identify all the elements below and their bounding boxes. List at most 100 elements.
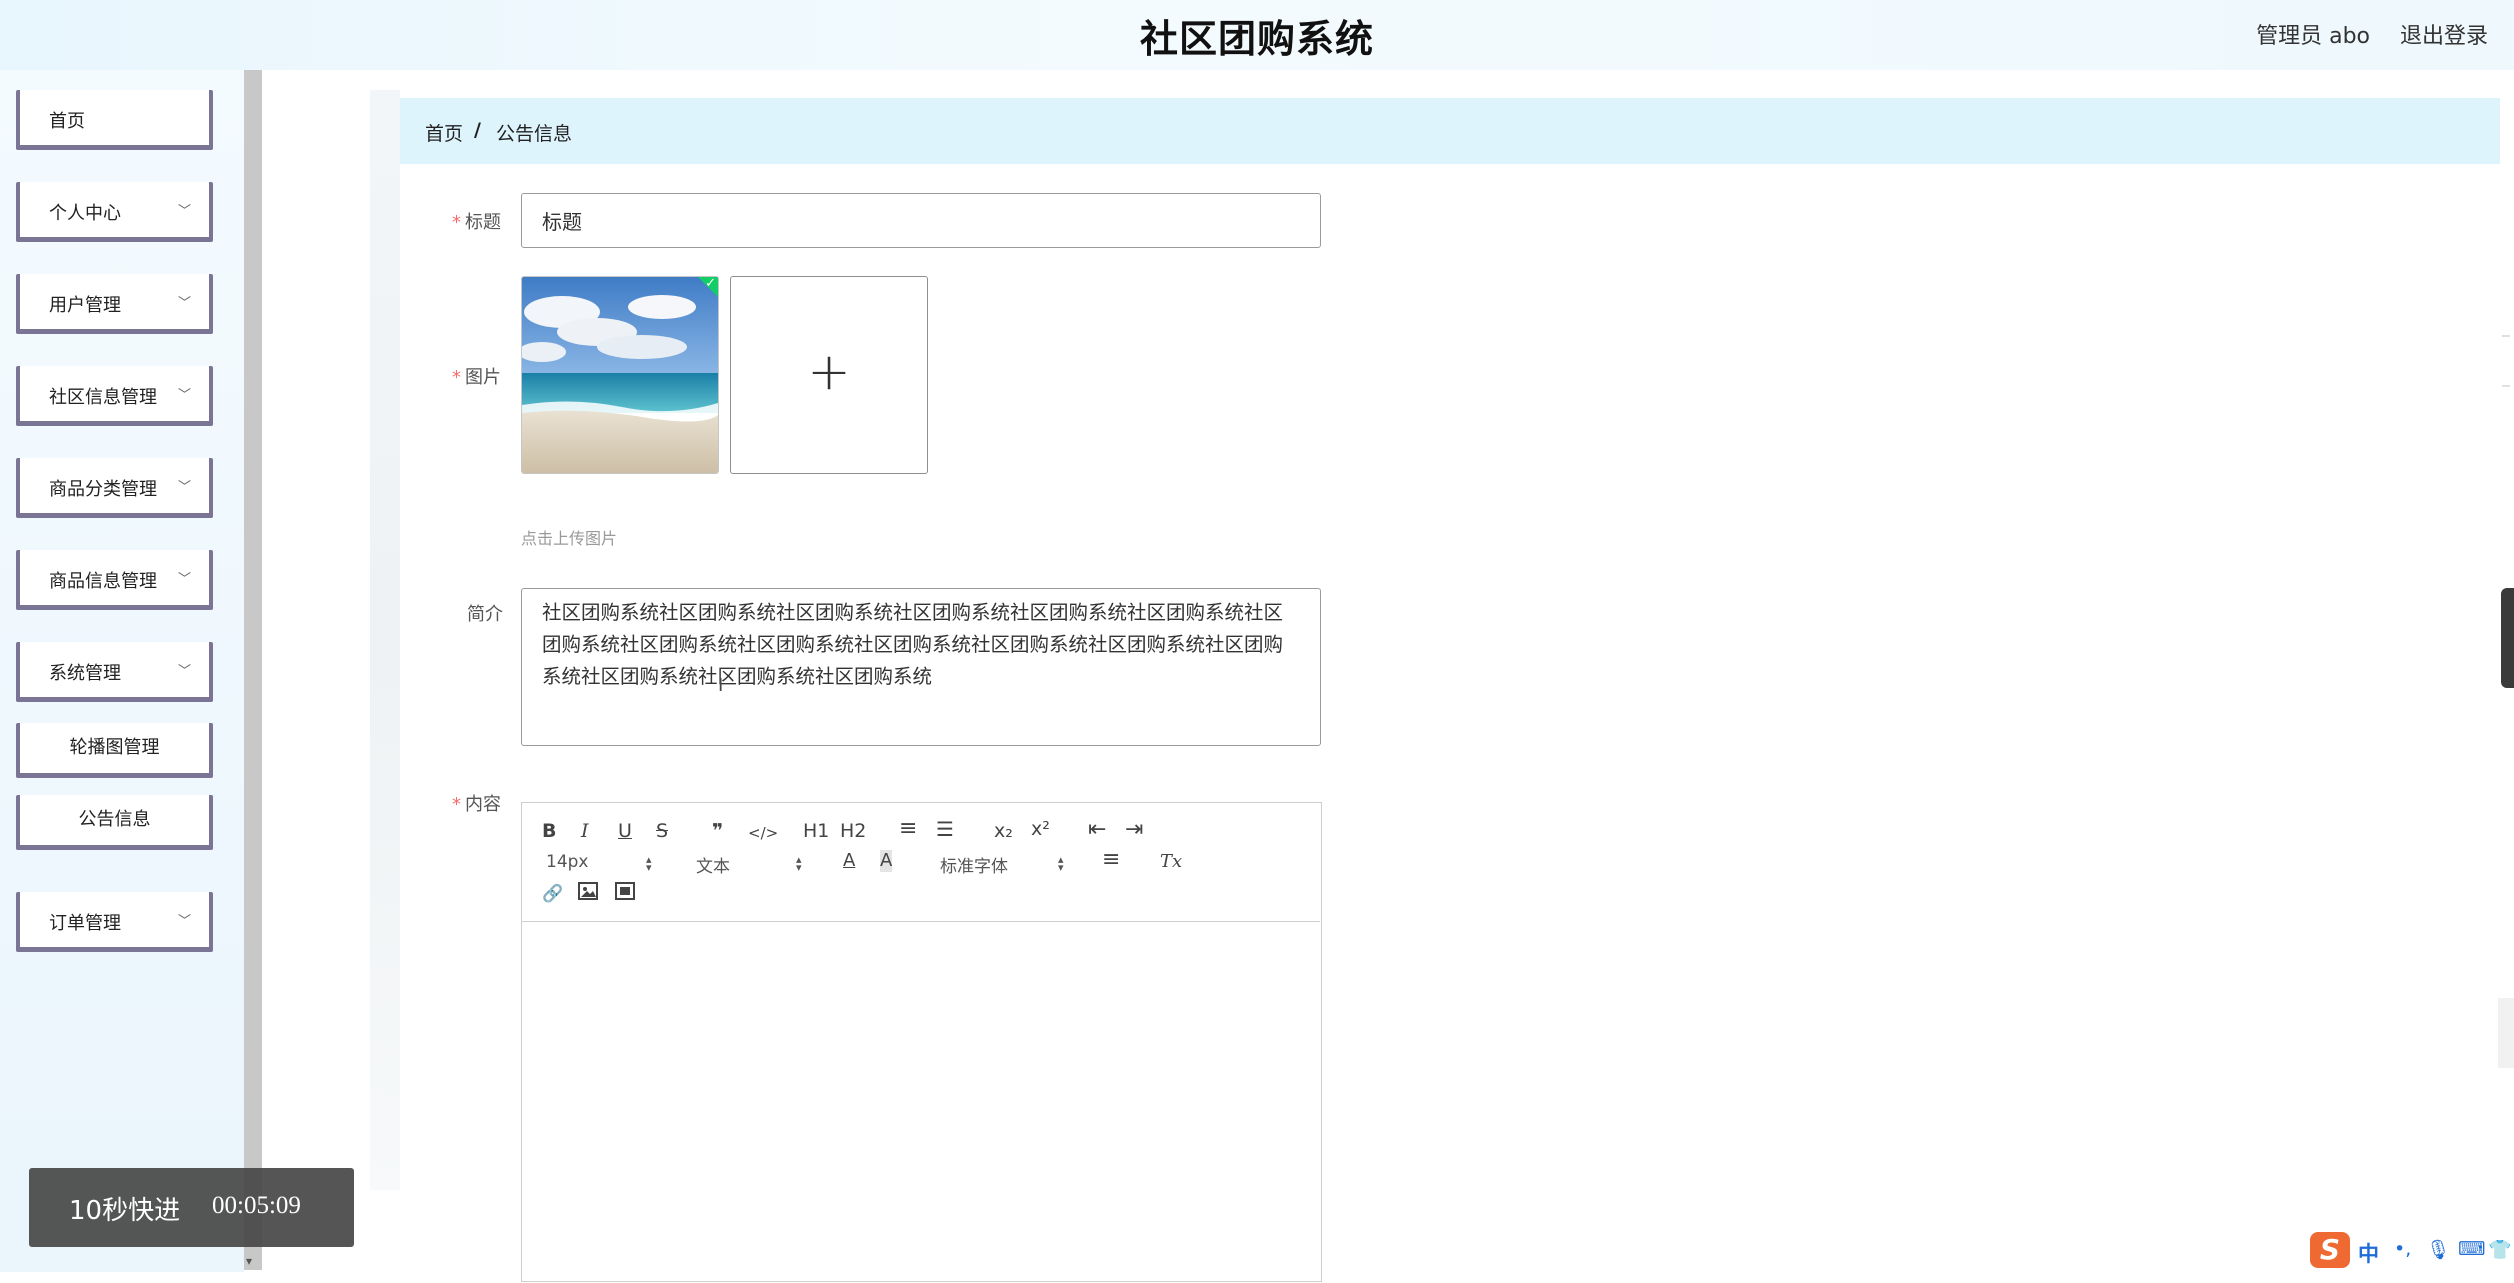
code-icon[interactable]: </> — [748, 822, 778, 844]
edge-mark — [2502, 385, 2510, 387]
title-input[interactable] — [521, 193, 1321, 248]
punctuation-icon[interactable]: •, — [2394, 1238, 2411, 1260]
sidebar-item-label: 用户管理 — [49, 295, 121, 316]
sidebar-item-label: 商品信息管理 — [49, 571, 157, 592]
font-family-select[interactable]: 标准字体 ▴ ▾ — [940, 852, 1080, 877]
sidebar-item-home[interactable]: 首页 — [16, 90, 213, 150]
page-scrollbar[interactable] — [2501, 588, 2514, 688]
font-size-value: 14px — [546, 852, 589, 872]
sidebar-item-label: 订单管理 — [49, 913, 121, 934]
edge-mark — [2502, 335, 2510, 337]
italic-button[interactable]: I — [581, 820, 589, 842]
image-label: * 图片 — [452, 363, 501, 389]
sidebar-item-product-info[interactable]: 商品信息管理 ﹀ — [16, 550, 213, 610]
sidebar-item-system-management[interactable]: 系统管理 ﹀ — [16, 642, 213, 702]
background-color-icon[interactable]: A — [880, 850, 893, 872]
header-select-value: 文本 — [696, 857, 730, 877]
sidebar-item-label: 首页 — [49, 111, 85, 132]
clean-format-icon[interactable]: Tx — [1160, 851, 1182, 873]
chevron-down-icon: ﹀ — [177, 388, 191, 403]
sidebar-item-label: 商品分类管理 — [49, 479, 157, 500]
breadcrumb-separator: / — [474, 119, 481, 141]
ordered-list-icon[interactable]: ≡ — [899, 818, 917, 840]
uploaded-image-thumbnail[interactable]: ✓ — [521, 276, 719, 474]
chevron-down-icon: ﹀ — [177, 664, 191, 679]
bold-button[interactable]: B — [542, 820, 556, 842]
breadcrumb-current: 公告信息 — [496, 123, 573, 145]
image-upload-button[interactable]: + — [730, 276, 928, 474]
logout-link[interactable]: 退出登录 — [2400, 18, 2488, 50]
required-mark: * — [452, 794, 461, 815]
sidebar-item-label: 个人中心 — [49, 203, 121, 224]
title-label-text: 标题 — [465, 212, 501, 233]
editor-content-area[interactable] — [522, 923, 1320, 1283]
superscript-button[interactable]: x² — [1031, 818, 1050, 840]
select-arrows-icon: ▴ ▾ — [796, 853, 802, 874]
scroll-down-arrow-icon[interactable]: ▾ — [246, 1254, 252, 1268]
chevron-down-icon: ﹀ — [177, 572, 191, 587]
subscript-button[interactable]: x₂ — [994, 820, 1013, 842]
content-label-text: 内容 — [465, 794, 501, 815]
required-mark: * — [452, 212, 461, 233]
align-icon[interactable]: ≡ — [1102, 849, 1120, 871]
link-icon[interactable]: 🔗 — [542, 883, 563, 905]
top-header: 社区团购系统 管理员 abo 退出登录 — [0, 0, 2514, 70]
playback-time: 00:05:09 — [212, 1192, 301, 1219]
sidebar-item-label: 社区信息管理 — [49, 387, 157, 408]
indent-icon[interactable]: ⇥ — [1125, 819, 1143, 841]
editor-toolbar: B I U S ❞ </> H1 H2 ≡ ☰ x₂ x² ⇤ ⇥ 14px ▴… — [522, 803, 1320, 922]
image-icon[interactable] — [578, 882, 598, 905]
select-arrows-icon: ▴ ▾ — [646, 853, 652, 874]
microphone-icon[interactable]: 🎙 — [2426, 1238, 2450, 1261]
bullet-list-icon[interactable]: ☰ — [936, 818, 954, 840]
text-cursor-icon: I — [718, 675, 724, 696]
chevron-down-icon: ﹀ — [177, 480, 191, 495]
intro-label: 简介 — [467, 604, 503, 625]
image-label-text: 图片 — [465, 367, 501, 388]
sidebar-item-category-management[interactable]: 商品分类管理 ﹀ — [16, 458, 213, 518]
beach-image — [522, 277, 718, 473]
video-icon[interactable] — [615, 882, 635, 905]
sidebar-subitem-announcement[interactable]: 公告信息 — [16, 795, 213, 850]
plus-icon: + — [807, 342, 851, 402]
sidebar-item-personal-center[interactable]: 个人中心 ﹀ — [16, 182, 213, 242]
header-select[interactable]: 文本 ▴ ▾ — [696, 852, 806, 877]
header2-button[interactable]: H2 — [840, 820, 866, 842]
sidebar-item-user-management[interactable]: 用户管理 ﹀ — [16, 274, 213, 334]
underline-button[interactable]: U — [618, 820, 632, 842]
quote-icon[interactable]: ❞ — [712, 820, 723, 842]
background-decoration — [370, 90, 400, 1190]
text-color-icon[interactable]: A — [843, 850, 855, 872]
sidebar-scrollbar[interactable] — [244, 70, 262, 1270]
breadcrumb: 首页 / 公告信息 — [400, 98, 2500, 164]
chevron-down-icon: ﹀ — [177, 204, 191, 219]
keyboard-icon[interactable]: ⌨ — [2458, 1238, 2485, 1260]
sidebar-subitem-carousel[interactable]: 轮播图管理 — [16, 723, 213, 778]
strike-button[interactable]: S — [656, 820, 668, 842]
sidebar-item-community-info[interactable]: 社区信息管理 ﹀ — [16, 366, 213, 426]
sidebar-item-label: 系统管理 — [49, 663, 121, 684]
header1-button[interactable]: H1 — [803, 820, 829, 842]
app-title: 社区团购系统 — [1139, 17, 1374, 61]
admin-username: 管理员 abo — [2256, 24, 2370, 49]
fast-forward-label[interactable]: 10秒快进 — [69, 1190, 180, 1227]
select-arrows-icon: ▴ ▾ — [1058, 853, 1064, 874]
font-size-select[interactable]: 14px ▴ ▾ — [546, 852, 656, 874]
rich-text-editor: B I U S ❞ </> H1 H2 ≡ ☰ x₂ x² ⇤ ⇥ 14px ▴… — [521, 802, 1322, 1282]
required-mark: * — [452, 367, 461, 388]
edge-panel — [2498, 998, 2514, 1068]
font-family-value: 标准字体 — [940, 857, 1008, 877]
check-icon: ✓ — [705, 276, 716, 291]
breadcrumb-home[interactable]: 首页 — [425, 119, 463, 146]
outdent-icon[interactable]: ⇤ — [1088, 819, 1106, 841]
chevron-down-icon: ﹀ — [177, 914, 191, 929]
sogou-logo-icon[interactable]: S — [2310, 1232, 2350, 1268]
ime-language-toggle[interactable]: 中 — [2358, 1238, 2379, 1268]
upload-tip: 点击上传图片 — [521, 529, 618, 548]
video-progress-overlay[interactable]: 10秒快进 00:05:09 — [29, 1168, 354, 1247]
sidebar-item-order-management[interactable]: 订单管理 ﹀ — [16, 892, 213, 952]
content-label: * 内容 — [452, 790, 501, 816]
skin-icon[interactable]: 👕 — [2488, 1238, 2512, 1261]
ime-toolbar: S 中 •, 🎙 ⌨ 👕 — [2310, 1232, 2514, 1268]
intro-textarea[interactable]: 社区团购系统社区团购系统社区团购系统社区团购系统社区团购系统社区团购系统社区团购… — [521, 588, 1321, 746]
